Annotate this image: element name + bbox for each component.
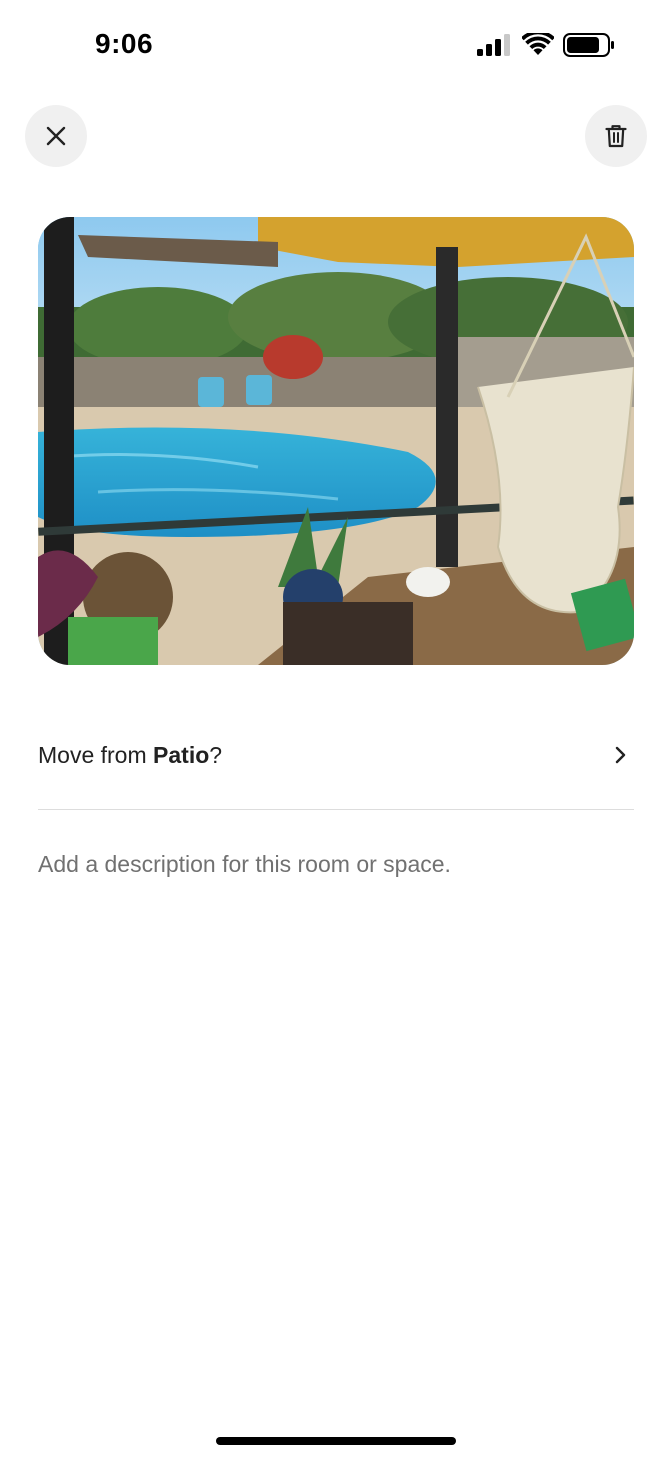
room-name: Patio <box>153 741 210 768</box>
move-room-row[interactable]: Move from Patio? <box>38 722 634 788</box>
status-time: 9:06 <box>95 28 154 59</box>
patio-pool-photo[interactable] <box>38 217 634 665</box>
cellular-signal-icon <box>477 34 510 56</box>
status-bar: 9:06 <box>0 0 672 90</box>
home-indicator[interactable] <box>216 1437 456 1445</box>
chevron-right-icon <box>615 746 626 764</box>
photo-detail-screen: 9:06 Move from Patio? Add a description … <box>0 0 672 1457</box>
delete-photo-button[interactable] <box>585 105 647 167</box>
photo-illustration <box>38 217 634 665</box>
battery-icon <box>563 33 614 57</box>
close-icon <box>46 126 66 146</box>
wifi-icon <box>522 33 554 55</box>
move-room-label: Move from Patio? <box>38 742 222 769</box>
move-prefix: Move from <box>38 741 154 768</box>
move-suffix: ? <box>209 741 223 768</box>
divider <box>38 809 634 810</box>
trash-icon <box>605 125 627 148</box>
description-field[interactable]: Add a description for this room or space… <box>38 846 634 886</box>
close-button[interactable] <box>25 105 87 167</box>
